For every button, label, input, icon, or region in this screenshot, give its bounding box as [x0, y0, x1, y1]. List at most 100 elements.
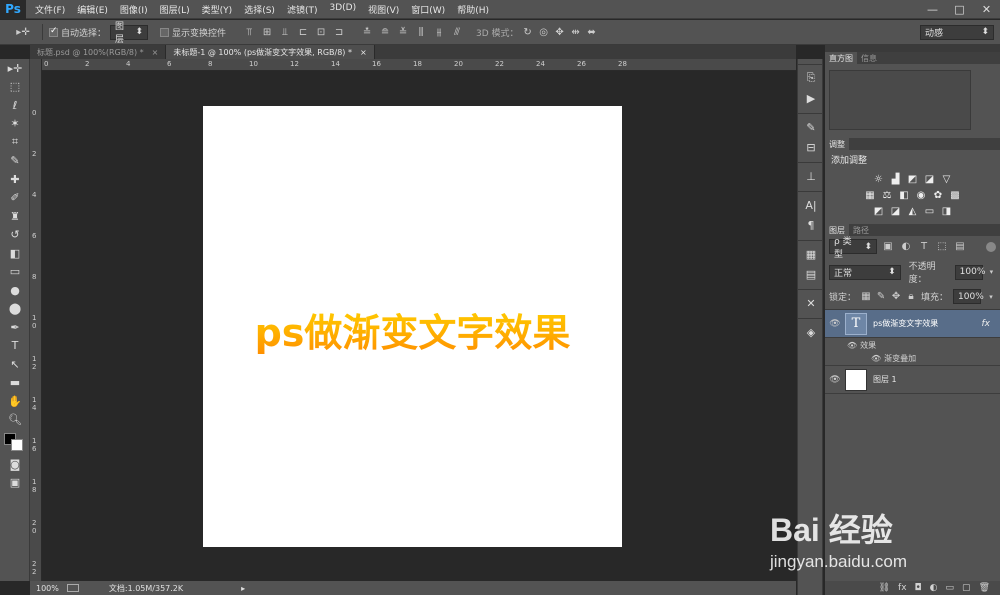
path-selection-tool-icon[interactable]: ↖: [0, 355, 30, 374]
lock-pixels-icon[interactable]: ✎: [876, 290, 886, 304]
align-right-icon[interactable]: ⊐: [332, 25, 346, 39]
color-balance-icon[interactable]: ⚖: [882, 190, 893, 201]
layer-row-1[interactable]: 👁︎ 图层 1: [825, 366, 1000, 394]
align-hcenter-icon[interactable]: ⊡: [314, 25, 328, 39]
move-tool-preset-icon[interactable]: ▸✛: [10, 25, 36, 39]
document-canvas[interactable]: ps做渐变文字效果: [203, 106, 622, 547]
color-lookup-icon[interactable]: ▩: [950, 190, 961, 201]
hue-saturation-icon[interactable]: ▦: [865, 190, 876, 201]
tab-adjustments[interactable]: 调整: [825, 138, 849, 150]
visibility-eye-icon[interactable]: 👁︎: [825, 375, 845, 385]
lock-all-icon[interactable]: 🔒︎: [906, 290, 916, 304]
gradient-text-layer[interactable]: ps做渐变文字效果: [203, 302, 622, 357]
new-layer-icon[interactable]: ▢: [962, 583, 971, 593]
tab-close-icon[interactable]: ×: [152, 48, 159, 57]
3d-slide-icon[interactable]: ⇹: [569, 25, 583, 39]
gradient-map-icon[interactable]: ▭: [924, 206, 935, 217]
effects-eye-icon[interactable]: 👁︎: [847, 341, 857, 350]
filter-toggle[interactable]: [986, 241, 996, 252]
effect-eye-icon[interactable]: 👁︎: [871, 354, 881, 363]
new-adjustment-icon[interactable]: ◐: [930, 583, 938, 593]
minimize-button[interactable]: —: [919, 0, 946, 19]
screen-mode-icon[interactable]: ▣: [0, 474, 30, 493]
marquee-tool-icon[interactable]: ⬚: [0, 78, 30, 97]
lasso-tool-icon[interactable]: ℓ: [0, 96, 30, 115]
filter-type-icon[interactable]: T: [917, 240, 931, 254]
menu-window[interactable]: 窗口(W): [411, 3, 445, 16]
visibility-eye-icon[interactable]: 👁︎: [825, 319, 845, 329]
filter-smart-icon[interactable]: ▤: [953, 240, 967, 254]
menu-select[interactable]: 选择(S): [244, 3, 275, 16]
menu-edit[interactable]: 编辑(E): [77, 3, 108, 16]
layer-comps-icon[interactable]: ▦: [798, 244, 824, 264]
distribute-left-icon[interactable]: ⫼: [414, 25, 428, 39]
exposure-icon[interactable]: ◪: [924, 174, 935, 185]
clone-source-icon[interactable]: ⊥: [798, 166, 824, 186]
gradient-overlay-row[interactable]: 👁︎ 渐变叠加: [825, 352, 1000, 366]
distribute-hcenter-icon[interactable]: ⫵: [432, 25, 446, 39]
zoom-level[interactable]: 100%: [36, 584, 59, 593]
add-mask-icon[interactable]: ◘: [915, 583, 922, 593]
show-transform-checkbox[interactable]: [160, 27, 170, 37]
menu-image[interactable]: 图像(I): [120, 3, 148, 16]
link-layers-icon[interactable]: ⛓: [879, 583, 890, 593]
actions-panel-icon[interactable]: ▶: [798, 88, 824, 108]
black-white-icon[interactable]: ◧: [899, 190, 910, 201]
shape-tool-icon[interactable]: ▬: [0, 374, 30, 393]
photo-filter-icon[interactable]: ◉: [916, 190, 927, 201]
distribute-bottom-icon[interactable]: ≚: [396, 25, 410, 39]
close-button[interactable]: ✕: [973, 0, 1000, 19]
crop-tool-icon[interactable]: ⌗: [0, 133, 30, 152]
zoom-tool-icon[interactable]: 🔍︎: [0, 411, 30, 430]
align-bottom-icon[interactable]: ⫫: [278, 25, 292, 39]
magic-wand-tool-icon[interactable]: ✶: [0, 115, 30, 134]
channel-mixer-icon[interactable]: ✿: [933, 190, 944, 201]
tool-presets-icon[interactable]: ✕: [798, 293, 824, 313]
threshold-icon[interactable]: ◭: [907, 206, 918, 217]
brush-panel-icon[interactable]: ✎: [798, 117, 824, 137]
menu-file[interactable]: 文件(F): [35, 3, 65, 16]
blend-mode-dropdown[interactable]: 正常 ⬍: [829, 264, 901, 280]
workspace-dropdown[interactable]: 动感 ⬍: [920, 24, 994, 40]
fill-field[interactable]: 100%: [953, 289, 984, 304]
tab-document-2[interactable]: 未标题-1 @ 100% (ps做渐变文字效果, RGB/8) * ×: [166, 45, 375, 59]
tab-document-1[interactable]: 标题.psd @ 100%(RGB/8) * ×: [30, 45, 167, 59]
dodge-tool-icon[interactable]: ⬤: [0, 300, 30, 319]
3d-scale-icon[interactable]: ⬌: [585, 25, 599, 39]
fx-icon[interactable]: fx: [982, 319, 991, 329]
curves-icon[interactable]: ◩: [907, 174, 918, 185]
status-menu-arrow-icon[interactable]: ▸: [241, 584, 245, 593]
invert-icon[interactable]: ◩: [873, 206, 884, 217]
brush-tool-icon[interactable]: ✐: [0, 189, 30, 208]
history-panel-icon[interactable]: ⎘: [798, 68, 824, 88]
opacity-arrow-icon[interactable]: ▾: [987, 265, 996, 279]
auto-select-checkbox[interactable]: [49, 26, 58, 37]
filter-pixel-icon[interactable]: ▣: [881, 240, 895, 254]
3d-panel-icon[interactable]: ◈: [798, 322, 824, 342]
3d-roll-icon[interactable]: ◎: [537, 25, 551, 39]
vibrance-icon[interactable]: ▽: [941, 174, 952, 185]
clone-stamp-tool-icon[interactable]: ♜: [0, 207, 30, 226]
align-left-icon[interactable]: ⊏: [296, 25, 310, 39]
distribute-top-icon[interactable]: ≛: [360, 25, 374, 39]
background-color-swatch[interactable]: [11, 439, 23, 451]
delete-layer-icon[interactable]: 🗑︎: [979, 583, 990, 593]
tab-close-icon[interactable]: ×: [360, 48, 367, 57]
move-tool-icon[interactable]: ▸✛: [0, 59, 30, 78]
blur-tool-icon[interactable]: ●: [0, 281, 30, 300]
paragraph-panel-icon[interactable]: ¶: [798, 215, 824, 235]
layer-row-text[interactable]: 👁︎ T ps做渐变文字效果 fx: [825, 310, 1000, 338]
eraser-tool-icon[interactable]: ◧: [0, 244, 30, 263]
auto-select-dropdown[interactable]: 图层 ⬍: [110, 22, 149, 45]
quick-mask-icon[interactable]: ◙: [0, 455, 30, 474]
new-group-icon[interactable]: ▭: [946, 583, 955, 593]
gradient-tool-icon[interactable]: ▭: [0, 263, 30, 282]
filter-adjustment-icon[interactable]: ◐: [899, 240, 913, 254]
tab-histogram[interactable]: 直方图: [825, 52, 857, 64]
distribute-right-icon[interactable]: ⫻: [450, 25, 464, 39]
type-tool-icon[interactable]: T: [0, 337, 30, 356]
menu-help[interactable]: 帮助(H): [457, 3, 489, 16]
align-vcenter-icon[interactable]: ⊞: [260, 25, 274, 39]
align-top-icon[interactable]: ⫪: [242, 25, 256, 39]
distribute-vcenter-icon[interactable]: ≘: [378, 25, 392, 39]
